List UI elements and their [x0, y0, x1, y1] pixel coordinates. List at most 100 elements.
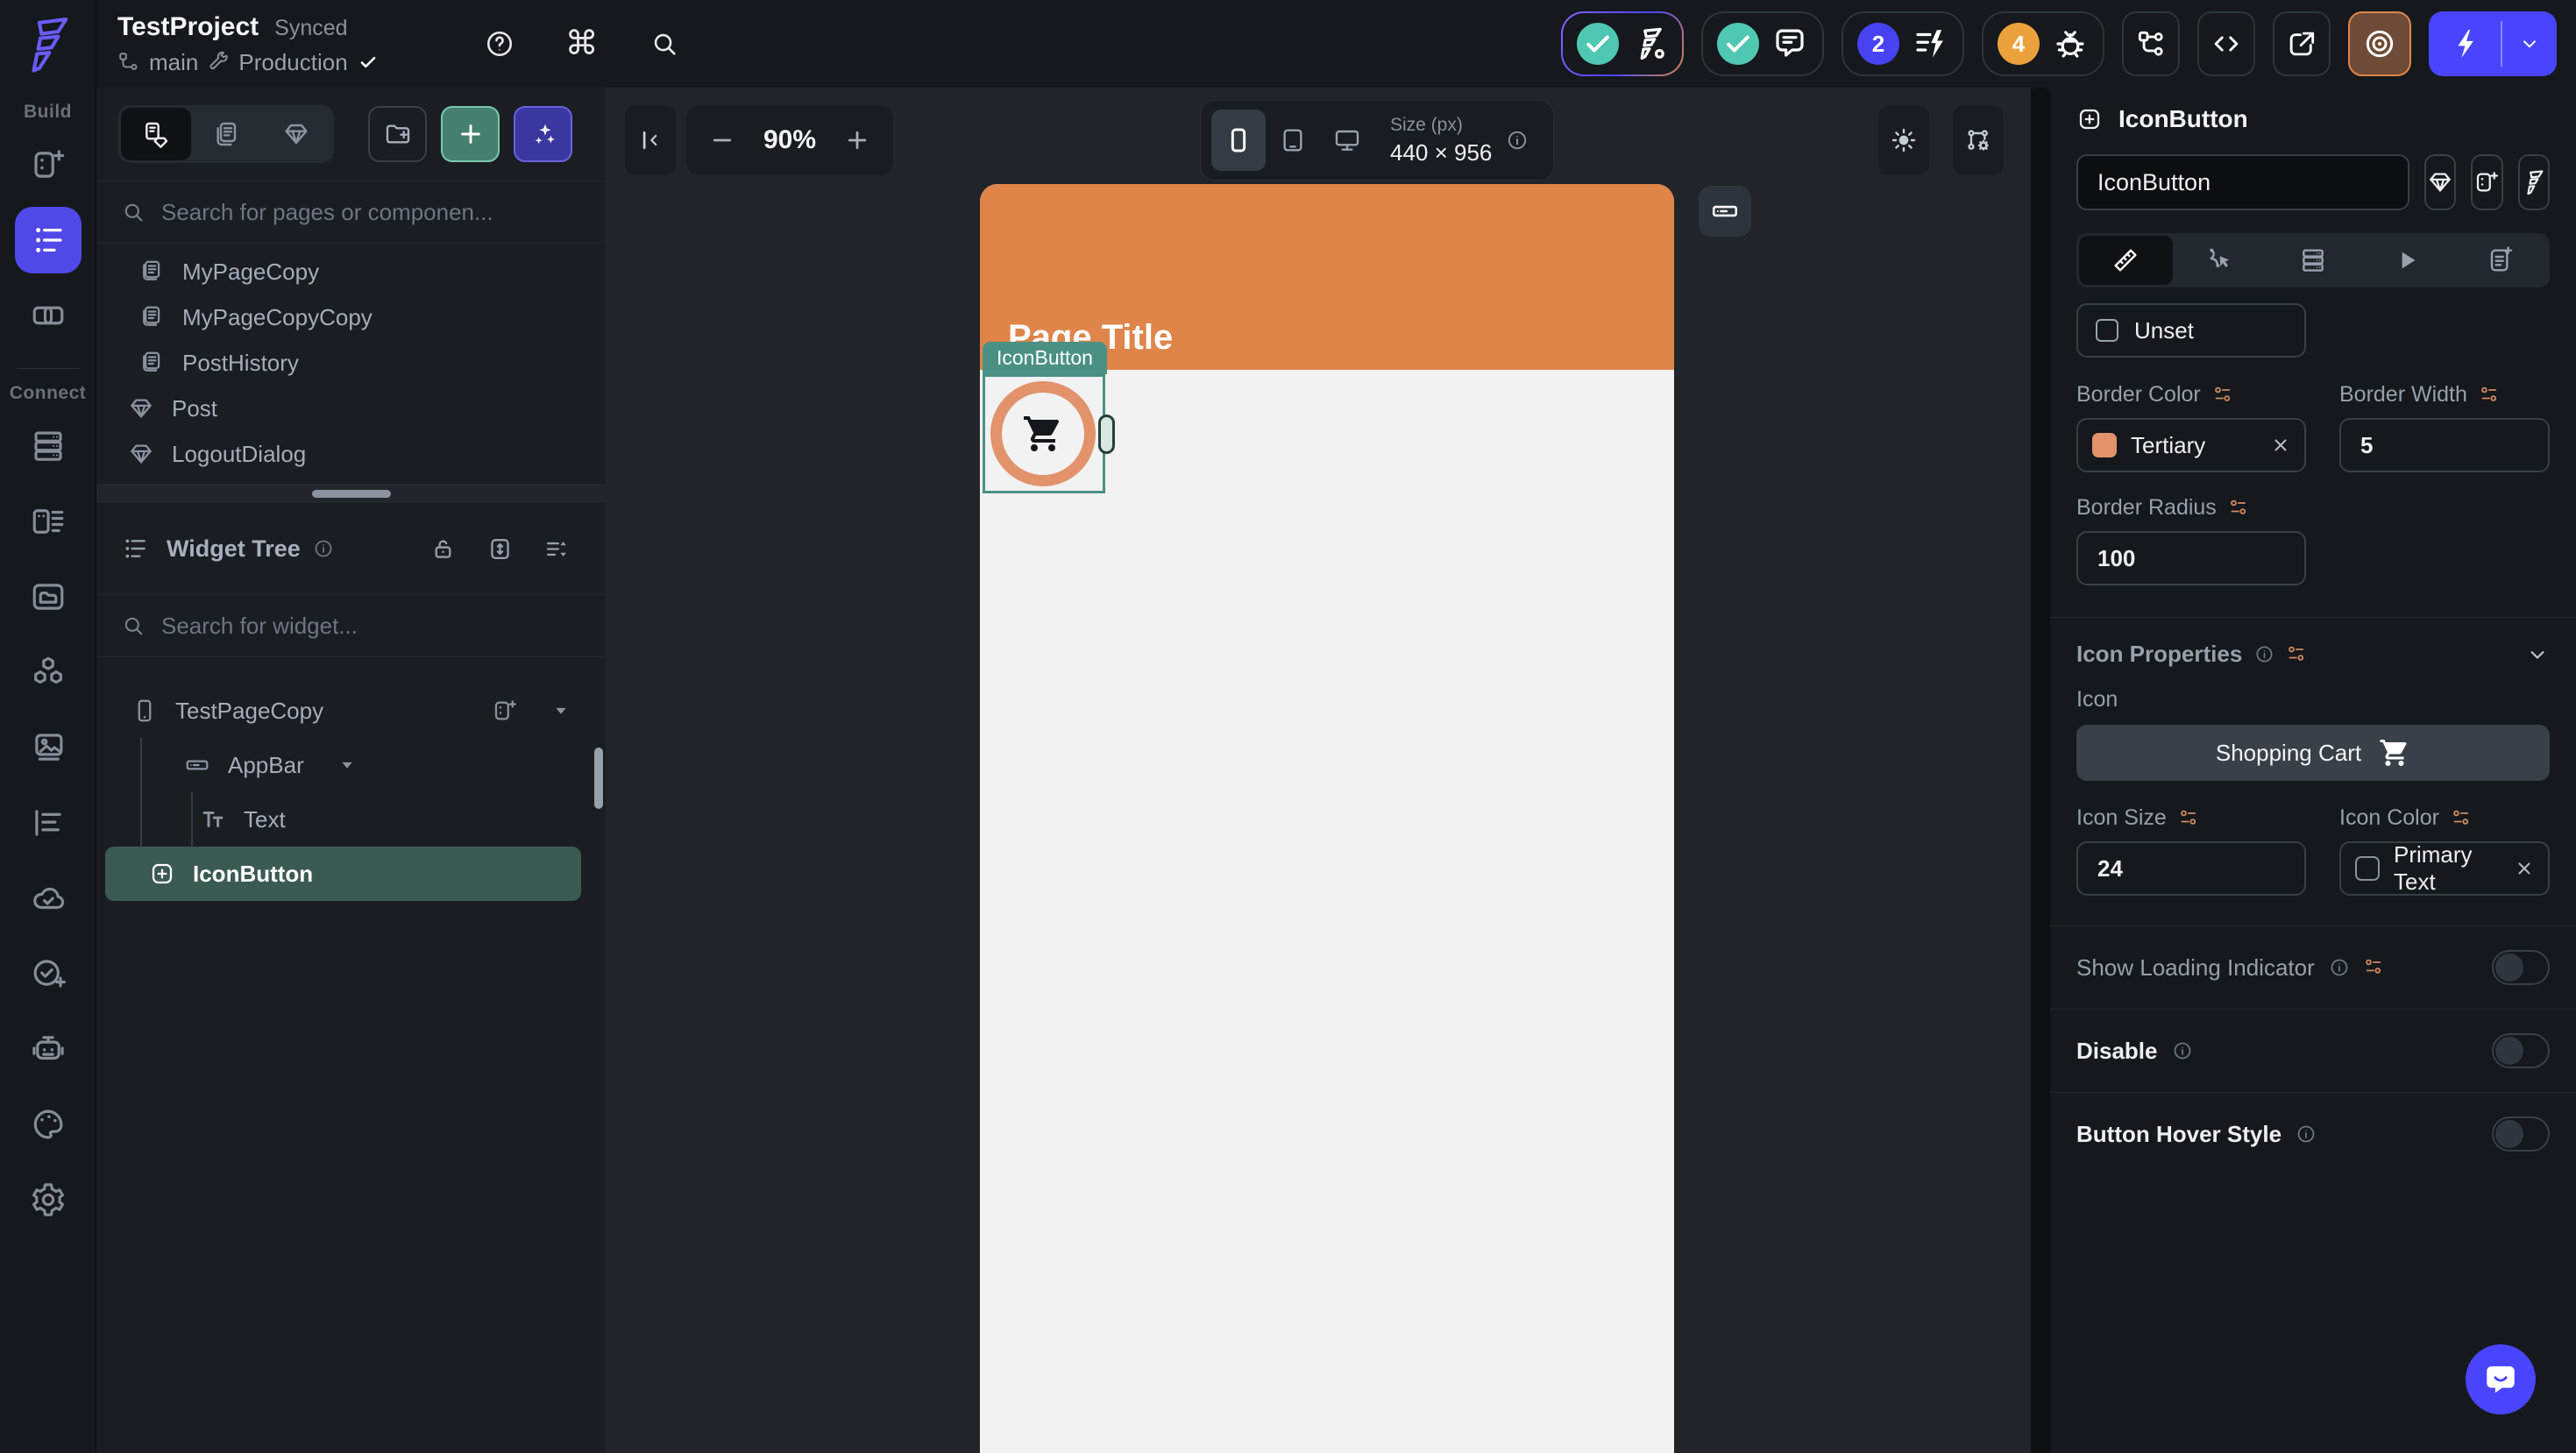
sidebar-item-ai-agents[interactable] [15, 1016, 82, 1082]
border-color-field[interactable]: Tertiary [2076, 418, 2306, 472]
device-tablet-button[interactable] [1266, 110, 1320, 171]
add-folder-button[interactable] [368, 106, 427, 162]
info-icon[interactable] [2296, 1123, 2317, 1145]
collapse-section-icon[interactable] [2525, 642, 2550, 667]
help-icon[interactable] [485, 29, 514, 59]
resize-handle[interactable] [1098, 415, 1115, 454]
info-icon[interactable] [2254, 644, 2274, 664]
page-list-item[interactable]: LogoutDialog [96, 431, 606, 477]
unset-checkbox[interactable] [2096, 319, 2118, 342]
caret-down-icon[interactable] [548, 698, 574, 724]
collapse-panel-button[interactable] [625, 105, 676, 175]
icon-picker-button[interactable]: Shopping Cart [2076, 725, 2550, 781]
actions-status-button[interactable]: 2 [1842, 11, 1964, 76]
clear-icon[interactable] [2515, 859, 2534, 878]
widget-search-input[interactable] [161, 612, 547, 640]
set-from-variable-icon[interactable] [2213, 385, 2234, 406]
page-list-item[interactable]: Post [96, 386, 606, 431]
button-hover-toggle[interactable] [2492, 1116, 2550, 1152]
filter-components-tab[interactable] [261, 108, 331, 160]
set-from-variable-icon[interactable] [2480, 385, 2501, 406]
info-icon[interactable] [2329, 957, 2350, 978]
wrap-widget-button[interactable] [2471, 154, 2503, 210]
sidebar-item-storyboard[interactable] [15, 282, 82, 349]
sidebar-item-app-settings[interactable] [15, 790, 82, 856]
sidebar-item-firestore[interactable] [15, 413, 82, 479]
sidebar-item-data-types[interactable] [15, 488, 82, 555]
set-from-variable-icon[interactable] [2364, 957, 2385, 978]
sidebar-item-page-selector[interactable] [14, 207, 82, 273]
convert-to-component-button[interactable] [2424, 154, 2457, 210]
page-list-item[interactable]: MyPageCopy [96, 249, 606, 294]
share-button[interactable] [2273, 11, 2331, 76]
sidebar-item-tests[interactable] [15, 940, 82, 1007]
branch-tree-button[interactable] [2122, 11, 2180, 76]
icon-color-field[interactable]: Primary Text [2339, 841, 2550, 896]
set-from-variable-icon[interactable] [2179, 808, 2200, 829]
add-page-button[interactable] [441, 106, 500, 162]
border-width-input[interactable] [2339, 418, 2550, 472]
right-panel-scrollbar[interactable] [2031, 88, 2050, 1453]
filter-all-tab[interactable] [121, 108, 191, 160]
support-chat-button[interactable] [2466, 1344, 2536, 1414]
sidebar-item-integrations[interactable] [15, 639, 82, 705]
issues-button[interactable]: 4 [1982, 11, 2104, 76]
branch-name[interactable]: main [149, 49, 198, 76]
tree-node[interactable]: TestPageCopy [96, 684, 606, 738]
icon-size-input[interactable] [2076, 841, 2306, 896]
appbar-quick-chip[interactable] [1699, 186, 1751, 237]
collapse-tree-icon[interactable] [543, 535, 571, 563]
design-canvas[interactable]: 90% Size (px) 440 × 956 Page Title IconB… [606, 88, 2031, 1453]
sidebar-item-app-values[interactable] [15, 563, 82, 630]
selection-badge[interactable]: IconButton [983, 342, 1107, 374]
info-icon[interactable] [2172, 1040, 2193, 1061]
preview-button[interactable] [2348, 11, 2411, 76]
sidebar-item-settings[interactable] [15, 1166, 82, 1233]
tree-node[interactable]: AppBar [96, 738, 606, 792]
ai-generate-button[interactable] [514, 106, 572, 162]
environment-name[interactable]: Production [238, 49, 347, 76]
set-from-variable-icon[interactable] [2229, 498, 2250, 519]
tab-tests[interactable] [2453, 236, 2547, 285]
view-code-button[interactable] [2197, 11, 2255, 76]
show-loading-toggle[interactable] [2492, 950, 2550, 985]
zoom-out-icon[interactable] [709, 127, 735, 153]
tab-animations[interactable] [2360, 236, 2453, 285]
expand-tree-icon[interactable] [486, 535, 514, 563]
zoom-in-icon[interactable] [844, 127, 870, 153]
tab-backend[interactable] [2267, 236, 2360, 285]
tab-interactions[interactable] [2173, 236, 2267, 285]
flutterflow-logo[interactable] [0, 0, 96, 88]
lock-icon[interactable] [429, 535, 457, 563]
tree-node[interactable]: IconButton [105, 847, 581, 901]
theme-mode-button[interactable] [1878, 105, 1929, 175]
set-from-variable-icon[interactable] [2287, 644, 2308, 665]
tree-node[interactable]: Text [96, 792, 606, 847]
page-list-item[interactable]: PostHistory [96, 340, 606, 386]
search-icon[interactable] [649, 29, 679, 59]
tab-properties[interactable] [2079, 236, 2173, 285]
set-from-variable-icon[interactable] [2452, 808, 2473, 829]
comments-button[interactable] [1701, 11, 1824, 76]
device-desktop-button[interactable] [1320, 110, 1374, 171]
branch-status-button[interactable] [1561, 11, 1684, 76]
command-palette-icon[interactable]: ⌘ [565, 27, 599, 60]
widget-name-input[interactable] [2076, 154, 2409, 210]
sidebar-item-widget-palette[interactable] [15, 131, 82, 198]
device-phone-button[interactable] [1211, 110, 1266, 171]
disable-toggle[interactable] [2492, 1033, 2550, 1068]
pages-search-input[interactable] [161, 198, 547, 226]
canvas-settings-button[interactable] [1953, 105, 2004, 175]
caret-down-icon[interactable] [334, 752, 360, 778]
iconbutton-widget[interactable] [990, 381, 1096, 486]
ff-docs-button[interactable] [2517, 154, 2550, 210]
panel-resize-handle[interactable] [96, 484, 606, 503]
border-radius-input[interactable] [2076, 531, 2306, 585]
filter-pages-tab[interactable] [191, 108, 261, 160]
add-child-icon[interactable] [492, 698, 518, 724]
sidebar-item-theme-settings[interactable] [15, 1091, 82, 1158]
clear-icon[interactable] [2271, 436, 2290, 455]
panel-scrollbar-thumb[interactable] [594, 748, 603, 809]
sidebar-item-cloud-functions[interactable] [15, 865, 82, 932]
chevron-down-icon[interactable] [2502, 32, 2557, 55]
